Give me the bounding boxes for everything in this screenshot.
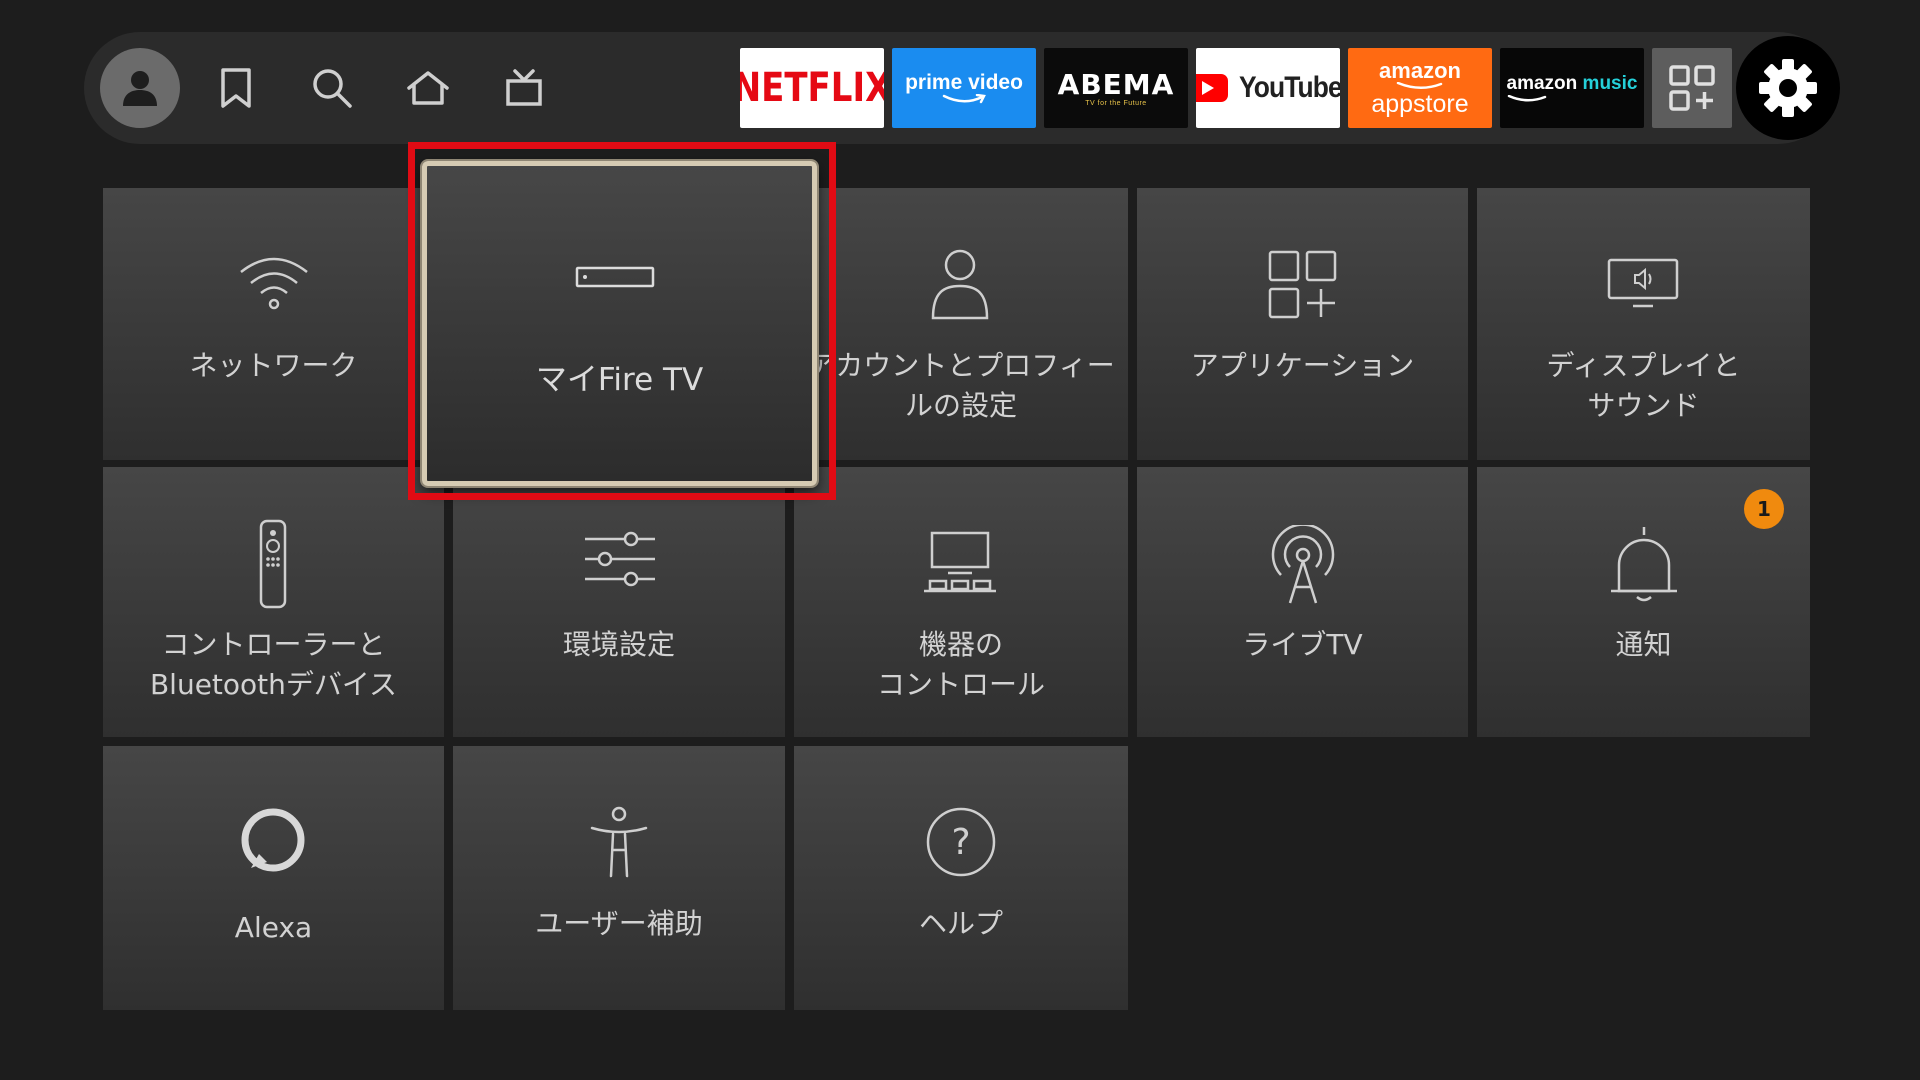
svg-text:?: ? bbox=[951, 822, 970, 863]
appstore-name: appstore bbox=[1371, 89, 1469, 118]
fire-tv-settings-screen: NETFLIX prime video ABEMA TV for the Fut… bbox=[0, 0, 1920, 1080]
tv-icon bbox=[506, 69, 542, 106]
amazon-music-logo: amazon music bbox=[1507, 73, 1638, 95]
tile-help[interactable]: ? ヘルプ bbox=[794, 746, 1128, 1010]
tile-accessibility[interactable]: ユーザー補助 bbox=[453, 746, 785, 1010]
tile-label: アプリケーション bbox=[1190, 349, 1415, 382]
tile-applications[interactable]: アプリケーション bbox=[1137, 188, 1468, 460]
tile-live-tv[interactable]: ライブTV bbox=[1137, 467, 1468, 737]
tile-preferences[interactable]: 環境設定 bbox=[453, 467, 785, 737]
wifi-icon bbox=[238, 252, 310, 312]
prime-video-app-tile[interactable]: prime video bbox=[892, 48, 1036, 128]
alexa-ring-icon bbox=[237, 806, 309, 878]
person-icon bbox=[930, 248, 990, 322]
bookmark-icon bbox=[221, 68, 251, 108]
tile-my-fire-tv[interactable]: マイFire TV bbox=[422, 161, 817, 486]
tile-label: コントローラーと Bluetoothデバイス bbox=[149, 628, 398, 701]
tile-label: Alexa bbox=[234, 911, 313, 944]
apps-grid-icon bbox=[1669, 65, 1715, 111]
notification-count-badge: 1 bbox=[1744, 489, 1784, 529]
accessibility-person-icon bbox=[589, 806, 649, 880]
gear-icon bbox=[1759, 59, 1817, 117]
tile-label: 機器の コントロール bbox=[876, 628, 1045, 701]
tile-network[interactable]: ネットワーク bbox=[103, 188, 444, 460]
tile-label: マイFire TV bbox=[535, 362, 704, 398]
sliders-icon bbox=[583, 531, 655, 587]
tile-notifications[interactable]: 1 通知 bbox=[1477, 467, 1810, 737]
user-icon bbox=[123, 71, 157, 106]
search-icon bbox=[313, 69, 352, 108]
prime-video-logo: prime video bbox=[905, 71, 1023, 94]
tile-controllers-bluetooth[interactable]: コントローラーと Bluetoothデバイス bbox=[103, 467, 444, 737]
prime-smile-icon bbox=[942, 94, 986, 104]
tile-label: アカウントとプロフィー ルの設定 bbox=[807, 349, 1115, 422]
tile-label: 環境設定 bbox=[562, 628, 675, 661]
fire-tv-device-icon bbox=[575, 266, 655, 288]
appstore-brand: amazon bbox=[1379, 57, 1461, 83]
youtube-logo: YouTube bbox=[1238, 71, 1340, 104]
tile-equipment-control[interactable]: 機器の コントロール bbox=[794, 467, 1128, 737]
remote-control-icon bbox=[258, 519, 288, 609]
abema-logo: ABEMA bbox=[1057, 67, 1175, 101]
music-brand: amazon bbox=[1506, 73, 1578, 94]
youtube-play-icon bbox=[1196, 74, 1228, 102]
tile-display-sound[interactable]: ディスプレイと サウンド bbox=[1477, 188, 1810, 460]
tv-equipment-icon bbox=[922, 531, 998, 593]
profile-button[interactable] bbox=[100, 48, 180, 128]
amazon-smile-icon bbox=[1507, 95, 1546, 102]
live-tv-button[interactable] bbox=[484, 48, 564, 128]
tile-label: ヘルプ bbox=[918, 907, 1003, 940]
tile-label: 通知 bbox=[1615, 628, 1672, 661]
tile-label: ユーザー補助 bbox=[535, 907, 703, 940]
search-button[interactable] bbox=[292, 48, 372, 128]
display-speaker-icon bbox=[1607, 258, 1679, 308]
abema-app-tile[interactable]: ABEMA TV for the Future bbox=[1044, 48, 1188, 128]
tile-label: ライブTV bbox=[1242, 628, 1363, 661]
tile-label: ディスプレイと サウンド bbox=[1546, 349, 1741, 422]
antenna-icon bbox=[1266, 525, 1340, 605]
avatar bbox=[100, 48, 180, 128]
settings-button[interactable] bbox=[1736, 36, 1840, 140]
amazon-smile-icon bbox=[1396, 81, 1443, 89]
amazon-appstore-app-tile[interactable]: amazon appstore bbox=[1348, 48, 1492, 128]
music-word: music bbox=[1582, 73, 1638, 94]
bell-icon bbox=[1607, 525, 1681, 605]
all-apps-button[interactable] bbox=[1652, 48, 1732, 128]
home-icon bbox=[407, 71, 449, 105]
netflix-logo: NETFLIX bbox=[740, 64, 884, 112]
apps-grid-icon bbox=[1268, 250, 1338, 320]
help-question-icon: ? bbox=[925, 806, 997, 878]
netflix-app-tile[interactable]: NETFLIX bbox=[740, 48, 884, 128]
home-button[interactable] bbox=[388, 48, 468, 128]
abema-tagline: TV for the Future bbox=[1085, 99, 1147, 107]
tile-account-profile[interactable]: アカウントとプロフィー ルの設定 bbox=[794, 188, 1128, 460]
amazon-music-app-tile[interactable]: amazon music bbox=[1500, 48, 1644, 128]
youtube-app-tile[interactable]: YouTube bbox=[1196, 48, 1340, 128]
watchlist-button[interactable] bbox=[196, 48, 276, 128]
tile-label: ネットワーク bbox=[189, 349, 358, 382]
tile-alexa[interactable]: Alexa bbox=[103, 746, 444, 1010]
top-navigation-bar: NETFLIX prime video ABEMA TV for the Fut… bbox=[84, 32, 1840, 144]
